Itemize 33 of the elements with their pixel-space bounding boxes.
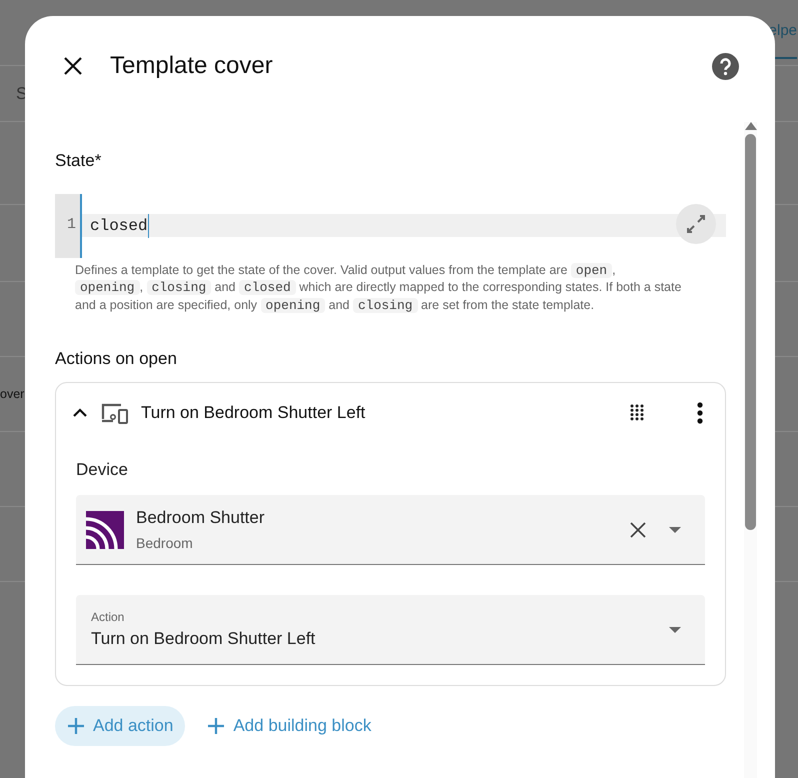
line-number: 1 xyxy=(66,215,76,236)
help-icon[interactable] xyxy=(712,52,739,80)
action-title: Turn on Bedroom Shutter Left xyxy=(141,402,366,424)
code-editor[interactable]: 1 closed xyxy=(55,194,726,258)
scrollbar-thumb[interactable] xyxy=(745,134,756,530)
action-select[interactable]: Action Turn on Bedroom Shutter Left xyxy=(76,595,705,665)
field-label: Device xyxy=(76,458,129,480)
add-button[interactable]: Add building block xyxy=(195,706,384,746)
devices-icon xyxy=(101,402,129,424)
device-name: Bedroom Shutter xyxy=(136,507,265,530)
plus-icon xyxy=(207,717,226,735)
close-icon[interactable] xyxy=(63,56,83,76)
device-picker[interactable]: Bedroom Shutter Bedroom xyxy=(76,495,705,565)
drag-handle-icon[interactable] xyxy=(630,404,644,421)
dropdown-caret-icon[interactable] xyxy=(669,526,681,532)
dropdown-caret-icon[interactable] xyxy=(669,626,681,632)
shutter-icon xyxy=(86,510,124,548)
clear-icon[interactable] xyxy=(630,522,646,538)
expand-icon[interactable] xyxy=(676,204,716,244)
scroll-up-icon[interactable] xyxy=(744,122,756,130)
help-text: Defines a template to get the state of the cover. Valid output values from the template are open , opening , closing and closed which are directly mapped to the corresponding states. If both a state and a position are specified, only opening and closing are set from the state template. xyxy=(75,262,682,314)
section-heading: Actions on open xyxy=(55,348,178,370)
more-options-icon[interactable] xyxy=(697,402,703,424)
row-text: over xyxy=(0,386,24,403)
code-text: closed xyxy=(90,214,149,238)
select-label: Action xyxy=(91,608,126,626)
field-label: State* xyxy=(55,150,102,172)
plus-icon xyxy=(67,717,85,735)
scrollbar[interactable] xyxy=(744,122,757,778)
dialog-title: Template cover xyxy=(110,51,273,81)
select-value: Turn on Bedroom Shutter Left xyxy=(91,628,316,650)
device-area: Bedroom xyxy=(136,532,265,554)
chevron-up-icon[interactable] xyxy=(73,408,87,417)
